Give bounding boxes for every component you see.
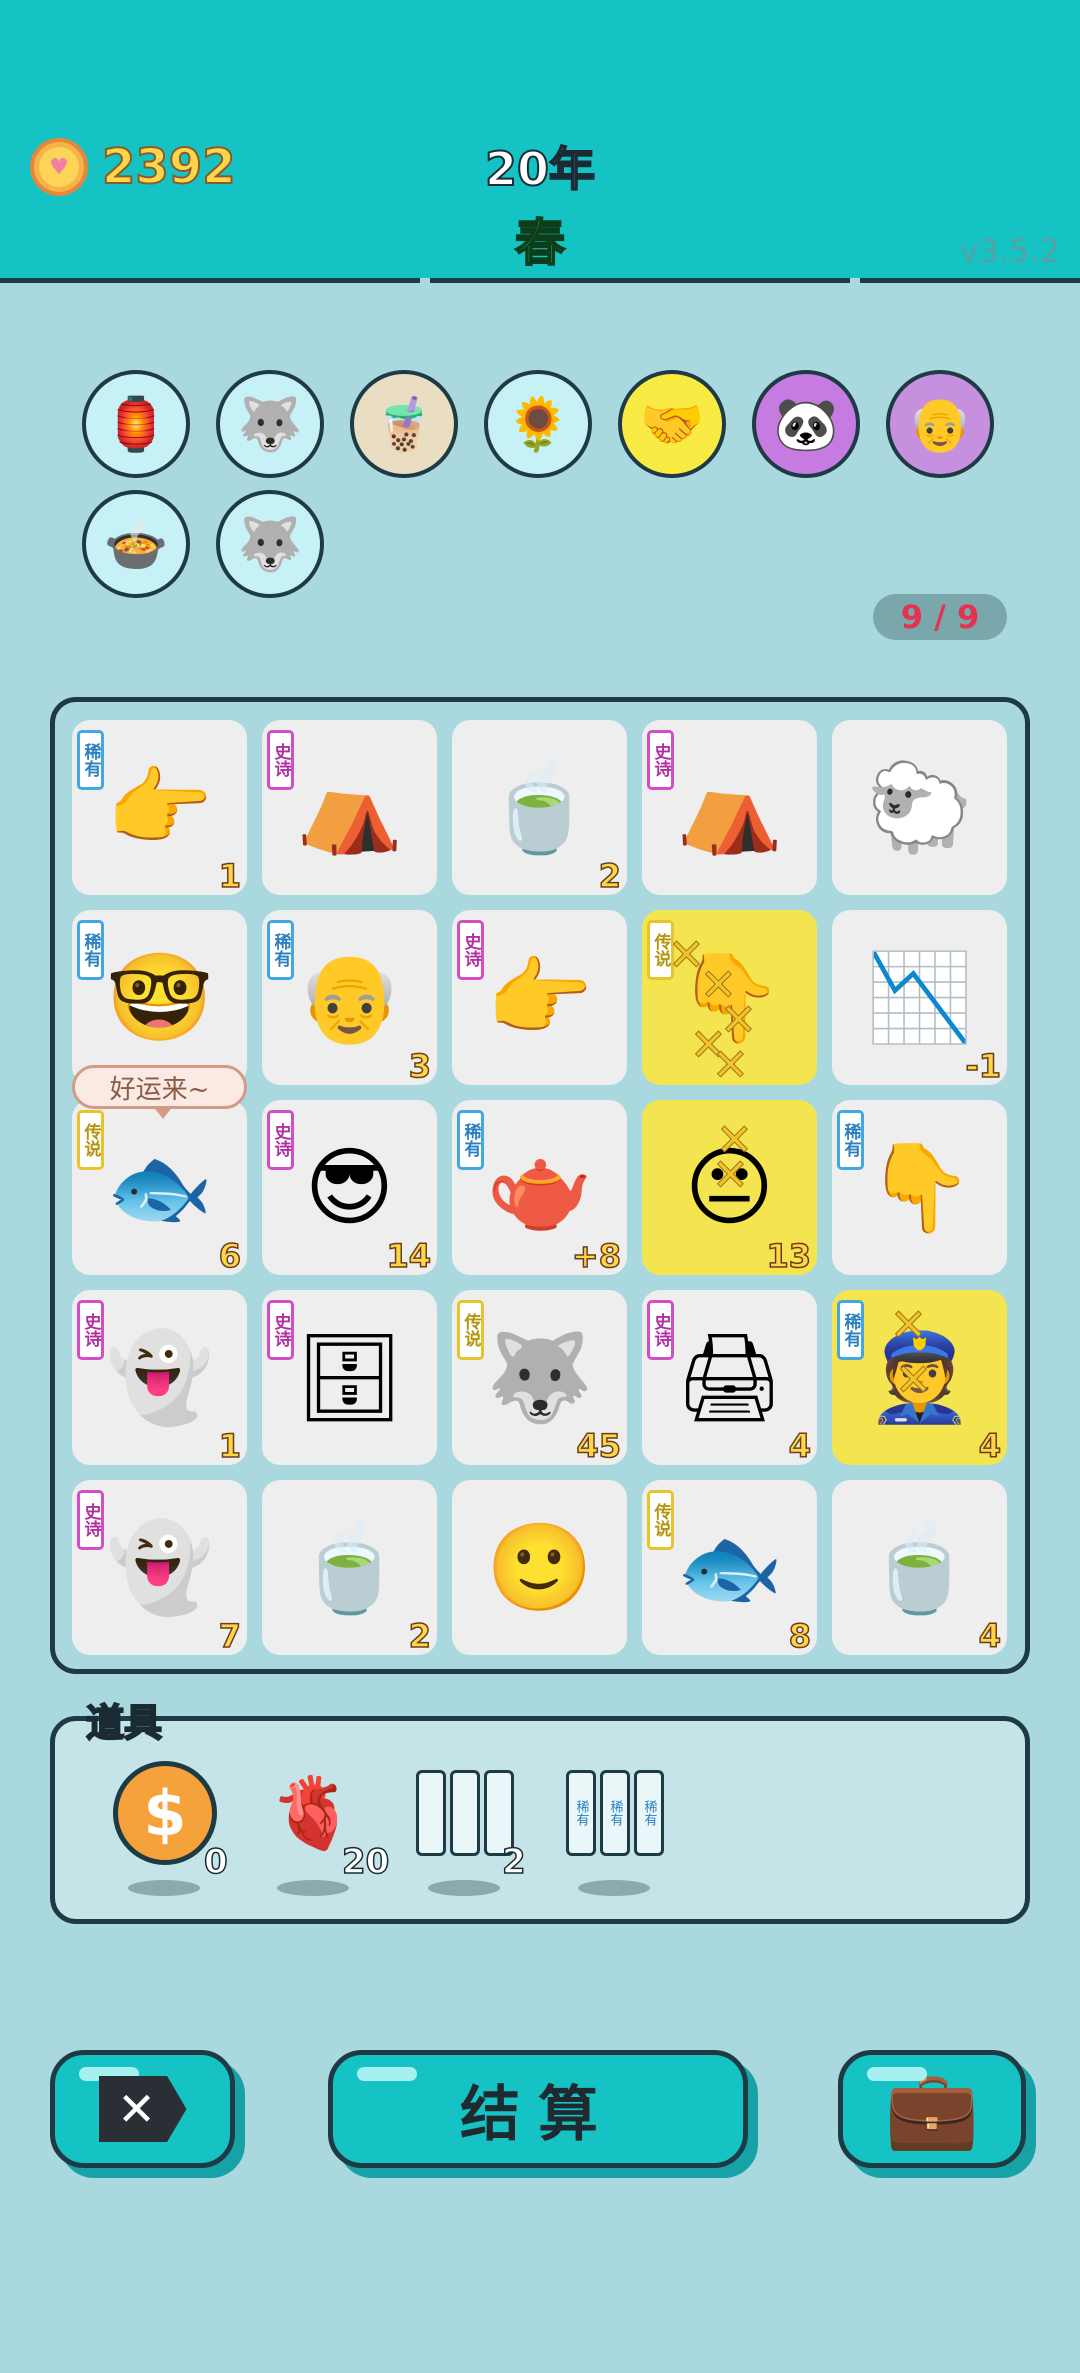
sheep-icon: 🐑: [865, 758, 974, 858]
board-tile[interactable]: 🐺 传说 45: [452, 1290, 627, 1466]
season-label: 春: [514, 213, 566, 273]
tile-value: 4: [788, 1426, 812, 1466]
board-tile[interactable]: 🍵 2: [262, 1480, 437, 1656]
reroll-frames-item-count: 2: [501, 1841, 526, 1883]
close-icon: ✕: [98, 2076, 187, 2142]
item-shadow: [428, 1880, 500, 1896]
board-tile[interactable]: 🖨 史诗 4: [642, 1290, 817, 1466]
speech-bubble: 好运来~: [72, 1065, 247, 1119]
blank-frames-icon: [416, 1770, 514, 1856]
husky-heart-perk-icon[interactable]: 🐺: [216, 370, 324, 478]
tile-value: -1: [965, 1046, 1002, 1086]
tile-value: 13: [766, 1236, 812, 1276]
rarity-tag: 稀有: [77, 920, 104, 980]
rarity-tag: 稀有: [77, 730, 104, 790]
husky-heart-perk-icon[interactable]: 🐺: [216, 490, 324, 598]
board-tile[interactable]: 👻 史诗 1: [72, 1290, 247, 1466]
rarity-tag: 传说: [457, 1300, 484, 1360]
version-label: v3.5.2: [959, 232, 1060, 270]
panda-perk-icon[interactable]: 🐼: [752, 370, 860, 478]
cross-mark-icon: ✕: [712, 1150, 750, 1202]
rare-frames-item[interactable]: 稀有 稀有 稀有: [560, 1758, 670, 1868]
board-tile[interactable]: 👇 稀有: [832, 1100, 1007, 1275]
board-tile[interactable]: 👻 史诗 7: [72, 1480, 247, 1656]
tile-value: 2: [408, 1616, 432, 1656]
rarity-tag: 史诗: [647, 730, 674, 790]
rarity-tag: 稀有: [267, 920, 294, 980]
handshake-perk-icon[interactable]: 🤝: [618, 370, 726, 478]
tile-value: 4: [978, 1426, 1002, 1466]
board-tile[interactable]: 🤓 稀有: [72, 910, 247, 1085]
tile-value: 45: [576, 1426, 622, 1466]
rarity-tag: 史诗: [267, 730, 294, 790]
tile-value: 1: [218, 856, 242, 896]
board-tile[interactable]: 🗄 史诗: [262, 1290, 437, 1465]
rice-cooker-perk-icon[interactable]: 🍲: [82, 490, 190, 598]
tile-value: 4: [978, 1616, 1002, 1656]
board-tile[interactable]: 🍵 2: [452, 720, 627, 896]
dollar-coin-icon: $: [113, 1761, 217, 1865]
rarity-tag: 史诗: [647, 1300, 674, 1360]
tile-value: 2: [598, 856, 622, 896]
board-tile[interactable]: 🐟 传说 6: [72, 1100, 247, 1276]
tile-value: +8: [571, 1236, 622, 1276]
rarity-tag: 稀有: [457, 1110, 484, 1170]
header-divider: [0, 278, 1080, 283]
board-tile[interactable]: 📉 -1: [832, 910, 1007, 1086]
rarity-tag: 史诗: [457, 920, 484, 980]
liver-item-count: 20: [341, 1841, 390, 1883]
rarity-tag: 传说: [647, 1490, 674, 1550]
cancel-button[interactable]: ✕: [50, 2050, 235, 2168]
rare-frames-icon: 稀有 稀有 稀有: [566, 1770, 664, 1856]
item-shadow: [277, 1880, 349, 1896]
tile-value: 6: [218, 1236, 242, 1276]
rarity-tag: 稀有: [837, 1300, 864, 1360]
top-bar: ♥ 2392 20年 春 v3.5.2: [0, 0, 1080, 283]
board-tile[interactable]: 🐟 传说 8: [642, 1480, 817, 1656]
board-tile[interactable]: 👉 稀有 1: [72, 720, 247, 896]
item-shadow: [578, 1880, 650, 1896]
settle-button[interactable]: 结算: [328, 2050, 748, 2168]
board-tile[interactable]: 😎 史诗 14: [262, 1100, 437, 1276]
board-tile[interactable]: 🫖 稀有 +8: [452, 1100, 627, 1276]
year-label: 20年: [484, 141, 596, 197]
man-face-icon: 🙂: [485, 1518, 594, 1618]
tile-value: 7: [218, 1616, 242, 1656]
rarity-tag: 史诗: [77, 1300, 104, 1360]
cross-mark-icon: ✕: [890, 1300, 928, 1352]
rarity-tag: 史诗: [267, 1110, 294, 1170]
board-tile[interactable]: ⛺ 史诗: [262, 720, 437, 895]
rarity-tag: 史诗: [77, 1490, 104, 1550]
board-tile[interactable]: ⛺ 史诗: [642, 720, 817, 895]
items-label: 道具: [85, 1700, 163, 1746]
tile-value: 3: [408, 1046, 432, 1086]
math-grandpa-perk-icon[interactable]: 👴: [886, 370, 994, 478]
tile-value: 14: [386, 1236, 432, 1276]
rarity-tag: 史诗: [267, 1300, 294, 1360]
board-tile[interactable]: 🐑: [832, 720, 1007, 895]
board-tile[interactable]: 🍵 4: [832, 1480, 1007, 1656]
board-tile[interactable]: 👉 史诗: [452, 910, 627, 1085]
lantern-perk-icon[interactable]: 🏮: [82, 370, 190, 478]
cross-mark-icon: ✕: [895, 1355, 933, 1407]
rarity-tag: 传说: [77, 1110, 104, 1170]
sunflower-perk-icon[interactable]: 🌻: [484, 370, 592, 478]
cross-mark-icon: ✕: [712, 1040, 750, 1092]
board-tile[interactable]: 👴 稀有 3: [262, 910, 437, 1086]
item-shadow: [128, 1880, 200, 1896]
bubble-tea-perk-icon[interactable]: 🧋: [350, 370, 458, 478]
coin-item-count: 0: [203, 1841, 228, 1883]
perk-counter: 9 / 9: [873, 594, 1007, 640]
rarity-tag: 稀有: [837, 1110, 864, 1170]
tile-value: 8: [788, 1616, 812, 1656]
settle-button-label: 结算: [460, 2079, 616, 2150]
board-tile[interactable]: 🙂: [452, 1480, 627, 1655]
inventory-button[interactable]: 💼: [838, 2050, 1026, 2168]
tile-value: 1: [218, 1426, 242, 1466]
